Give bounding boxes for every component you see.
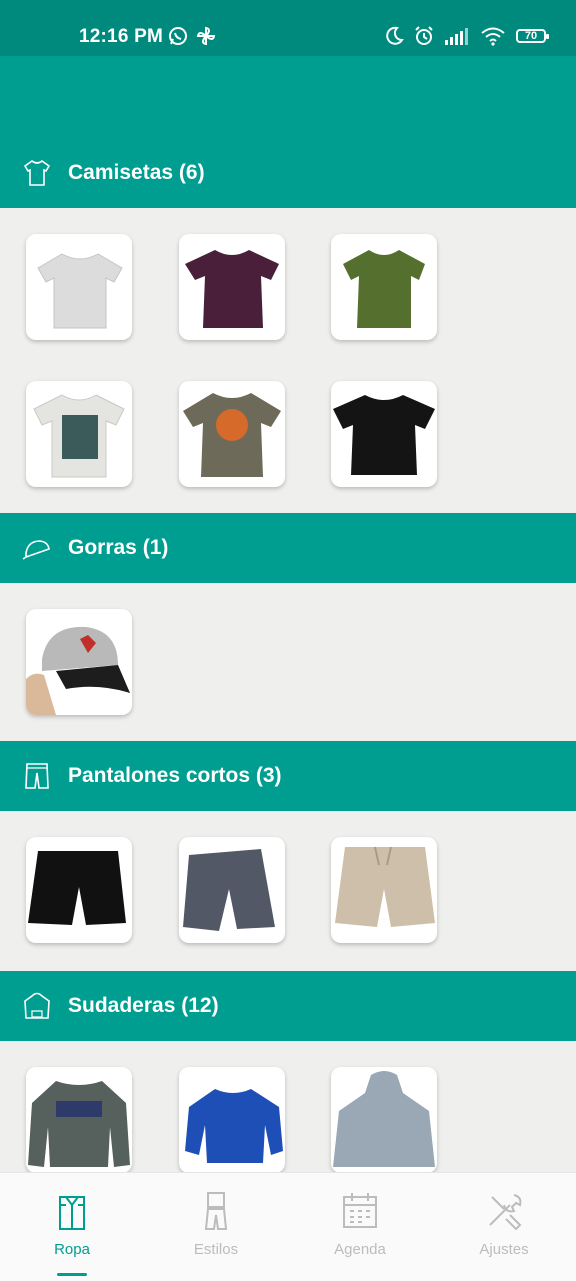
cap-image [26,626,130,715]
hoodie-image [333,1071,435,1167]
clothing-item[interactable] [179,381,285,487]
tshirt-icon [23,159,51,186]
category-title: Sudaderas (12) [68,994,219,1017]
clothing-item[interactable] [331,837,437,943]
active-indicator [57,1273,87,1276]
shorts-image [183,849,275,931]
nav-label: Ropa [54,1241,90,1258]
clothing-item[interactable] [331,1067,437,1172]
pinwheel-icon [196,26,216,46]
nav-label: Estilos [193,1241,239,1258]
clothing-item[interactable] [179,837,285,943]
wifi-icon [481,27,505,46]
clothing-item[interactable] [26,837,132,943]
category-header-sudaderas[interactable]: Sudaderas (12) [0,971,576,1041]
nav-label: Ajustes [479,1241,529,1258]
clothing-item[interactable] [179,234,285,340]
category-title: Pantalones cortos (3) [68,764,282,787]
clothing-item[interactable] [331,381,437,487]
clothing-item[interactable] [26,609,132,715]
category-header-camisetas[interactable]: Camisetas (6) [0,138,576,208]
category-grid-pantalones-cortos [0,811,576,971]
tshirt-image [33,394,125,478]
bottom-navigation: Ropa Estilos Agenda Ajustes [0,1172,576,1281]
clothing-item[interactable] [26,234,132,340]
sweatshirt-image [28,1081,130,1167]
cap-icon [22,540,50,560]
category-header-gorras[interactable]: Gorras (1) [0,513,576,583]
shorts-image [335,846,435,927]
nav-item-ropa[interactable]: Ropa [0,1173,144,1281]
signal-icon [445,28,468,45]
shorts-icon [25,763,49,789]
shirt-icon [59,1196,85,1230]
category-grid-sudaderas [0,1041,576,1172]
tshirt-image [37,253,123,329]
calendar-icon [343,1193,377,1228]
sweatshirt-image [185,1089,283,1163]
battery-level: 70 [524,30,538,42]
category-title: Gorras (1) [68,536,169,559]
clothing-item[interactable] [179,1067,285,1172]
nav-item-ajustes[interactable]: Ajustes [432,1173,576,1281]
category-grid-gorras [0,583,576,741]
tshirt-image [183,393,281,477]
nav-label: Agenda [334,1241,386,1258]
whatsapp-icon [169,27,187,45]
battery-icon: 70 [516,29,549,43]
category-grid-camisetas [0,208,576,513]
clothing-item[interactable] [331,234,437,340]
nav-item-agenda[interactable]: Agenda [288,1173,432,1281]
hoodie-icon [24,992,50,1019]
nav-item-estilos[interactable]: Estilos [144,1173,288,1281]
category-header-pantalones-cortos[interactable]: Pantalones cortos (3) [0,741,576,811]
status-bar: 12:16 PM 70 [0,0,576,56]
shorts-image [28,851,126,925]
clothing-item[interactable] [26,1067,132,1172]
status-time: 12:16 PM [79,26,163,47]
tshirt-image [343,250,425,328]
alarm-icon [415,26,433,45]
clothing-item[interactable] [26,381,132,487]
moon-icon [386,26,404,45]
tshirt-image [333,395,435,475]
outfit-icon [204,1192,228,1230]
tools-icon [489,1194,522,1231]
category-title: Camisetas (6) [68,161,205,184]
tshirt-image [185,250,279,328]
